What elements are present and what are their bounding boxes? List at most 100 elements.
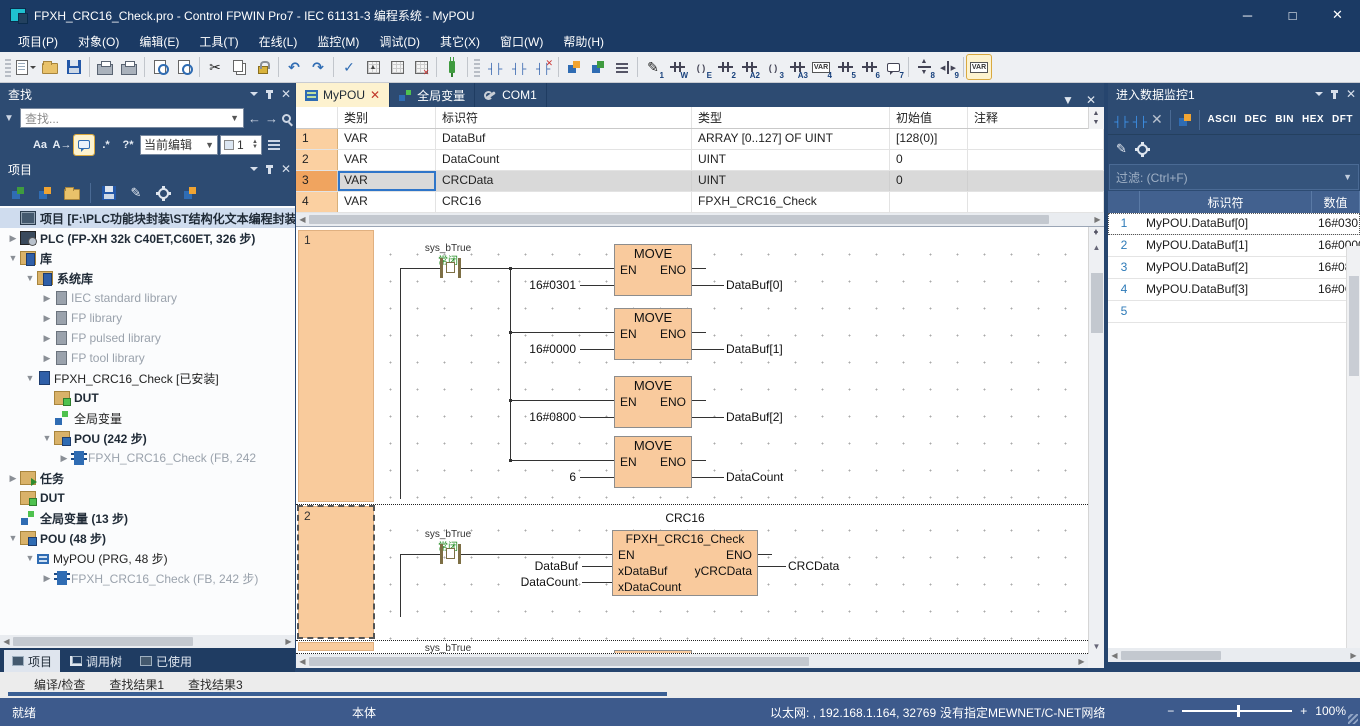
zoom-handle[interactable]	[1237, 705, 1240, 717]
cell-identifier[interactable]: MyPOU.DataBuf[0]	[1140, 213, 1312, 234]
copy-button[interactable]	[227, 55, 251, 79]
network-number[interactable]: 2	[298, 506, 374, 638]
view-button[interactable]	[151, 181, 175, 205]
insert-network-after-button[interactable]	[507, 55, 531, 79]
pin-icon[interactable]	[1333, 90, 1336, 99]
menu-item-1[interactable]: 对象(O)	[68, 31, 129, 52]
scroll-thumb[interactable]	[13, 637, 193, 646]
tree-item-5[interactable]: ▶FP library	[0, 308, 295, 328]
scroll-thumb[interactable]	[1349, 276, 1359, 376]
add-search-list-button[interactable]	[264, 135, 284, 155]
add-device-button[interactable]	[6, 181, 30, 205]
minimize-button[interactable]: ─	[1225, 0, 1270, 30]
scroll-thumb[interactable]	[1121, 651, 1221, 660]
split-horizontal-button[interactable]: 8	[912, 55, 936, 79]
split-vertical-button[interactable]: 9	[936, 55, 960, 79]
cell-class[interactable]: VAR	[338, 150, 436, 170]
cell-identifier[interactable]: DataBuf	[436, 129, 692, 149]
scroll-thumb[interactable]	[309, 215, 1049, 224]
add-item-button[interactable]	[33, 181, 57, 205]
search-input[interactable]: 查找... ▼	[20, 108, 244, 128]
scroll-right-icon[interactable]: ▶	[1347, 651, 1360, 660]
monitor-row-3[interactable]: 3MyPOU.DataBuf[2]16#0800	[1108, 257, 1360, 279]
menu-item-9[interactable]: 帮助(H)	[553, 31, 614, 52]
search-history-dropdown-icon[interactable]: ▼	[230, 113, 239, 123]
arrange-windows-button[interactable]	[562, 55, 586, 79]
cell-type[interactable]: ARRAY [0..127] OF UINT	[692, 129, 890, 149]
cell-type[interactable]: UINT	[692, 150, 890, 170]
scroll-right-icon[interactable]: ▶	[1091, 215, 1104, 224]
format-dft-button[interactable]: DFT	[1331, 112, 1354, 127]
online-mode-button[interactable]	[440, 55, 464, 79]
page-setup-button[interactable]	[93, 55, 117, 79]
match-case-toggle[interactable]: Aa	[30, 135, 50, 155]
scroll-left-icon[interactable]: ◀	[0, 637, 13, 646]
panel-tab-项目[interactable]: 项目	[4, 650, 60, 672]
pane-menu-icon[interactable]	[250, 167, 258, 175]
close-button[interactable]: ✕	[1315, 0, 1360, 30]
format-ascii-button[interactable]: ASCII	[1206, 112, 1237, 127]
scroll-thumb[interactable]	[309, 657, 809, 666]
scroll-left-icon[interactable]: ◀	[1108, 651, 1121, 660]
ladder-vscrollbar[interactable]: ▲ ▼	[1088, 227, 1104, 654]
cell-comment[interactable]	[968, 129, 1104, 149]
monitor-row-1[interactable]: 1MyPOU.DataBuf[0]16#0301	[1108, 213, 1360, 235]
cell-identifier[interactable]: MyPOU.DataBuf[3]	[1140, 279, 1312, 300]
format-dec-button[interactable]: DEC	[1244, 112, 1269, 127]
monitor-row-2[interactable]: 2MyPOU.DataBuf[1]16#0000	[1108, 235, 1360, 257]
select-tool-button[interactable]: ✎1	[641, 55, 665, 79]
zoom-in-icon[interactable]: +	[1300, 704, 1307, 718]
search-comments-toggle[interactable]	[74, 135, 94, 155]
monitor-variables-button[interactable]: VAR	[967, 55, 991, 79]
scroll-thumb[interactable]	[1091, 273, 1103, 333]
cell-initial[interactable]	[890, 192, 968, 212]
add-folder-button[interactable]	[60, 181, 84, 205]
cell-comment[interactable]	[968, 150, 1104, 170]
scroll-left-icon[interactable]: ◀	[296, 215, 309, 224]
ladder-hscrollbar[interactable]: ◀ ▶	[296, 654, 1088, 668]
variable-tool-button[interactable]: VAR4	[809, 55, 833, 79]
open-project-button[interactable]	[38, 55, 62, 79]
search-expander-icon[interactable]: ▼	[4, 113, 16, 124]
return-tool-button[interactable]: 6	[857, 55, 881, 79]
tree-item-10[interactable]: 全局变量	[0, 408, 295, 428]
expand-icon[interactable]: ▶	[6, 233, 20, 244]
network-number[interactable]	[298, 642, 374, 651]
contact-tool-button[interactable]: W	[665, 55, 689, 79]
panel-tab-调用树[interactable]: 调用树	[62, 650, 130, 672]
tree-item-18[interactable]: ▶FPXH_CRC16_Check (FB, 242 步)	[0, 568, 295, 588]
resize-grip[interactable]	[1348, 714, 1358, 724]
variable-row-2[interactable]: 2VARDataCountUINT0	[296, 150, 1104, 171]
variable-grid-hscrollbar[interactable]: ◀▶	[296, 213, 1104, 226]
cell-identifier[interactable]: CRCData	[436, 171, 692, 191]
contact-bar[interactable]	[458, 258, 461, 278]
cell-identifier[interactable]: MyPOU.DataBuf[1]	[1140, 235, 1312, 256]
cell-identifier[interactable]: CRC16	[436, 192, 692, 212]
search-scope-select[interactable]: 当前编辑 ▼	[140, 135, 218, 155]
monitor-hscrollbar[interactable]: ◀ ▶	[1108, 648, 1360, 662]
format-bin-button[interactable]: BIN	[1274, 112, 1295, 127]
find-previous-button[interactable]: ←	[248, 111, 261, 126]
tree-item-1[interactable]: ▶PLC (FP-XH 32k C40ET,C60ET, 326 步)	[0, 228, 295, 248]
delete-network-button[interactable]	[531, 55, 555, 79]
monitor-row-4[interactable]: 4MyPOU.DataBuf[3]16#0C44	[1108, 279, 1360, 301]
move-block-1[interactable]: MOVEENENO	[614, 308, 692, 360]
tree-item-0[interactable]: 项目 [F:\PLC功能块封装\ST结构化文本编程封装	[0, 208, 295, 228]
protect-button[interactable]	[251, 55, 275, 79]
edit-monitor-button[interactable]: ✎	[1116, 141, 1127, 157]
network-number[interactable]: 1	[298, 230, 374, 502]
menu-item-3[interactable]: 工具(T)	[189, 31, 248, 52]
move-block-0[interactable]: MOVEENENO	[614, 244, 692, 296]
tree-item-9[interactable]: DUT	[0, 388, 295, 408]
collapse-icon[interactable]: ▼	[40, 433, 54, 443]
pin-icon[interactable]	[268, 90, 271, 99]
panel-tab-已使用[interactable]: 已使用	[132, 650, 200, 672]
cell-identifier[interactable]: DataCount	[436, 150, 692, 170]
variable-row-3[interactable]: 3VARCRCDataUINT0	[296, 171, 1104, 192]
new-document-button[interactable]	[14, 55, 38, 79]
doc-tab-COM1[interactable]: COM1	[475, 83, 547, 107]
expand-icon[interactable]: ▶	[57, 453, 71, 464]
cell-class[interactable]: VAR	[338, 129, 436, 149]
print-button[interactable]	[117, 55, 141, 79]
close-tab-icon[interactable]: ✕	[370, 88, 380, 102]
